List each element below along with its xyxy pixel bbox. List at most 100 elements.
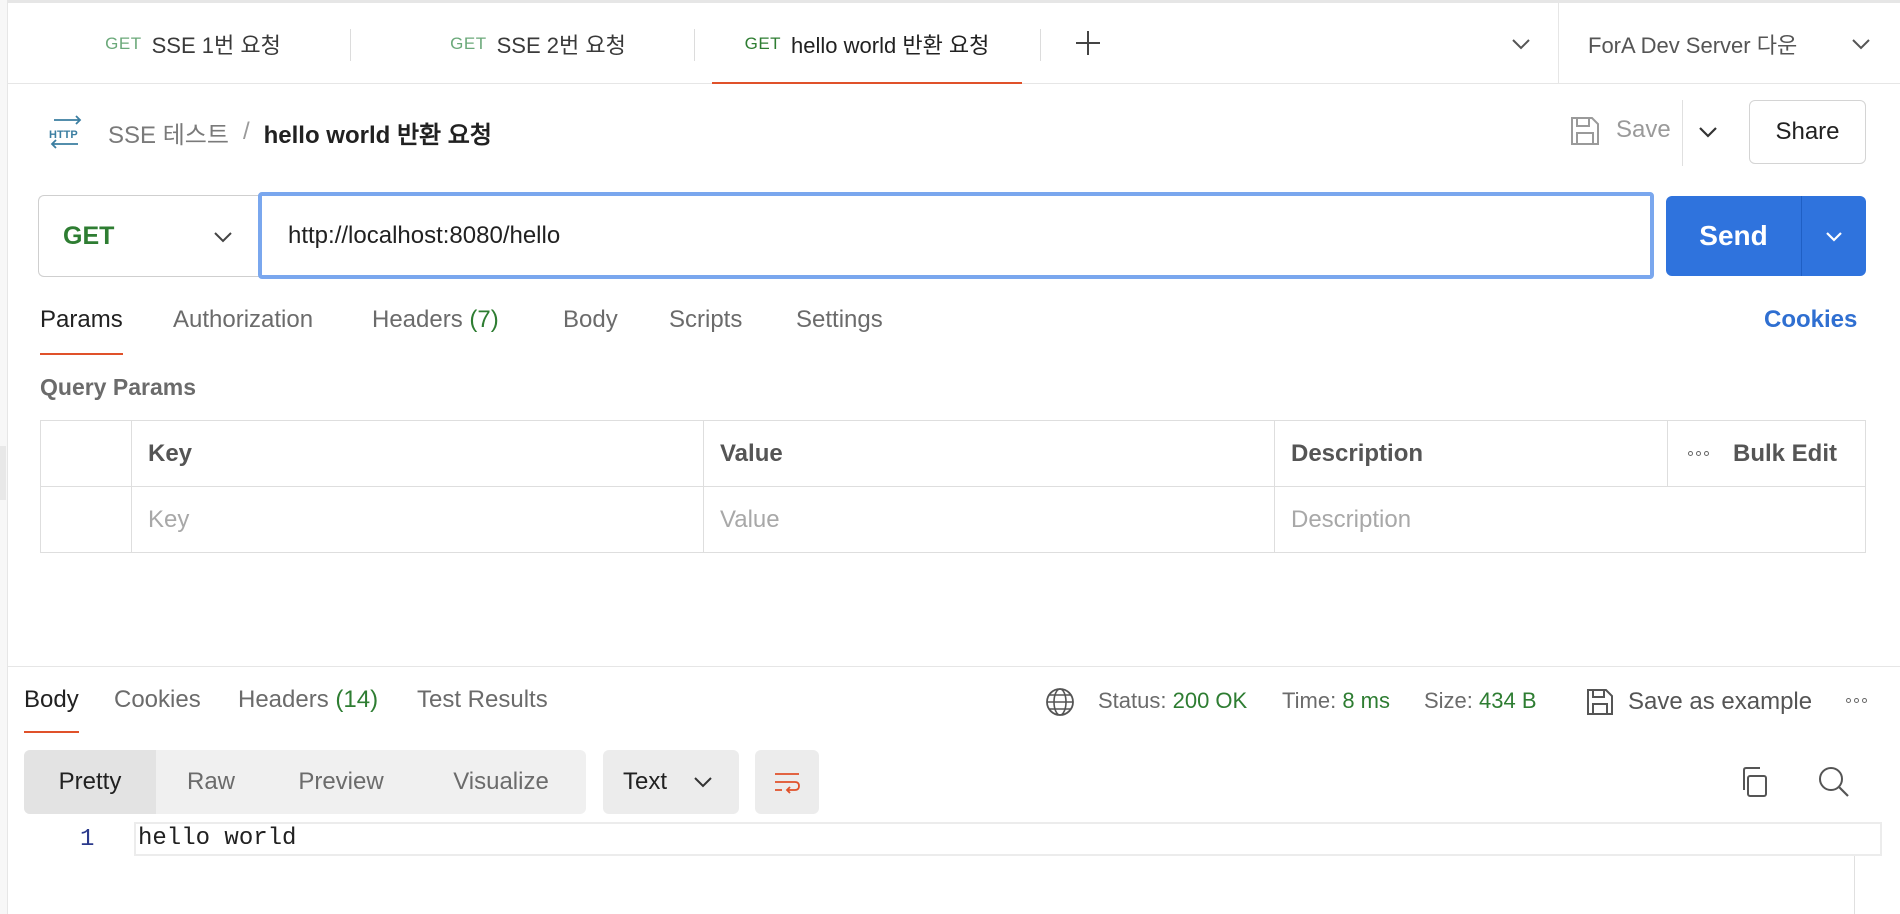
more-icon[interactable] [1846,698,1867,703]
wrap-lines-button[interactable] [755,750,819,814]
tab-separator [1040,29,1041,61]
chevron-down-icon[interactable] [1694,118,1722,146]
share-button[interactable]: Share [1749,100,1866,164]
mode-pretty[interactable]: Pretty [24,750,156,814]
column-header-value: Value [703,421,1274,486]
cookies-link[interactable]: Cookies [1764,306,1857,334]
tab-params[interactable]: Params [40,306,123,356]
tab-headers-label: Headers [372,306,463,333]
tab-headers-count: (7) [469,306,499,333]
format-select[interactable]: Text [603,750,739,814]
response-tab-cookies[interactable]: Cookies [114,686,201,734]
size-label: Size: [1424,688,1473,713]
tab-method: GET [105,33,142,53]
save-icon [1587,689,1613,715]
method-select[interactable]: GET [38,195,260,277]
tab-authorization[interactable]: Authorization [173,306,313,356]
breadcrumb-separator: / [242,118,250,145]
body-view-mode: Pretty Raw Preview Visualize [24,750,586,814]
environment-label: ForA Dev Server 다운 [1588,32,1798,58]
tab-method: GET [450,33,487,53]
response-size[interactable]: Size: 434 B [1424,688,1537,714]
response-tab-test-results[interactable]: Test Results [417,686,548,734]
column-header-key: Key [131,421,703,486]
query-params-title: Query Params [40,374,196,400]
tab-method: GET [744,33,782,53]
response-tab-headers[interactable]: Headers (14) [238,686,378,734]
wrap-icon [775,773,800,794]
tab-sse-2[interactable]: GET SSE 2번 요청 [388,3,688,84]
param-value-input[interactable] [720,506,1219,534]
response-time[interactable]: Time: 8 ms [1282,688,1390,714]
tab-settings[interactable]: Settings [796,306,883,356]
left-gutter [0,0,8,914]
status-value: 200 OK [1172,688,1248,713]
line-number: 1 [80,826,95,853]
url-input[interactable] [258,192,1654,279]
save-icon[interactable] [1568,114,1602,148]
globe-icon[interactable] [1044,686,1076,718]
response-tab-body[interactable]: Body [24,686,79,734]
status-label: Status: [1098,688,1167,713]
mode-visualize[interactable]: Visualize [416,750,586,814]
chevron-down-icon [214,232,232,243]
tab-separator [350,29,351,61]
chevron-down-icon [694,777,712,788]
mode-preview[interactable]: Preview [266,750,416,814]
new-tab-button[interactable] [1070,25,1106,61]
chevron-down-icon [1826,232,1842,242]
method-value: GET [63,221,115,250]
copy-icon[interactable] [1736,764,1772,800]
tab-body[interactable]: Body [563,306,618,356]
description-cell [1274,487,1865,553]
tab-separator [694,29,695,61]
time-label: Time: [1282,688,1337,713]
save-as-example-button[interactable]: Save as example [1628,688,1812,716]
table-header-row: Key Value Description Bulk Edit [41,421,1865,487]
tab-hello-world[interactable]: GET hello world 반환 요청 [712,3,1022,84]
bulk-edit-button[interactable]: Bulk Edit [1688,421,1837,486]
value-cell [703,487,1274,553]
key-cell [131,487,703,553]
environment-selector[interactable]: ForA Dev Server 다운 [1588,3,1797,84]
param-description-input[interactable] [1291,506,1808,534]
tab-scripts[interactable]: Scripts [669,306,742,356]
table-row [41,487,1865,553]
search-icon[interactable] [1816,764,1852,800]
tab-bar: GET SSE 1번 요청 GET SSE 2번 요청 GET hello wo… [8,0,1900,84]
plus-icon [1076,31,1100,55]
request-title[interactable]: hello world 반환 요청 [264,115,492,150]
save-button[interactable]: Save [1616,116,1671,144]
tab-label: SSE 1번 요청 [151,32,281,58]
pane-divider[interactable] [8,666,1900,667]
chevron-down-icon[interactable] [1848,31,1874,57]
http-icon: HTTP [49,115,82,149]
env-separator [1558,3,1559,84]
gutter-mark [0,446,6,500]
breadcrumb-collection[interactable]: SSE 테스트 [108,115,229,150]
bulk-edit-cell: Bulk Edit [1667,421,1865,486]
response-status[interactable]: Status: 200 OK [1098,688,1247,714]
tab-headers[interactable]: Headers (7) [372,306,499,356]
format-value: Text [623,768,668,795]
column-header-description: Description [1274,421,1667,486]
tab-sse-1[interactable]: GET SSE 1번 요청 [48,3,338,84]
tab-label: hello world 반환 요청 [791,32,990,58]
mode-raw[interactable]: Raw [156,750,266,814]
bulk-edit-label: Bulk Edit [1733,439,1838,467]
send-button[interactable]: Send [1666,196,1801,276]
save-separator [1682,100,1683,166]
send-options-button[interactable] [1802,196,1866,276]
param-key-input[interactable] [148,506,648,534]
breadcrumb: SSE 테스트 / hello world 반환 요청 [108,114,492,150]
more-icon [1688,451,1709,456]
query-params-table: Key Value Description Bulk Edit [40,420,1866,553]
code-line[interactable]: hello world [134,822,1882,856]
size-value: 434 B [1479,688,1537,713]
code-scroll-gutter [1854,856,1855,914]
response-headers-label: Headers [238,686,329,713]
response-headers-count: (14) [335,686,379,713]
chevron-down-icon[interactable] [1508,31,1534,57]
time-value: 8 ms [1342,688,1390,713]
tab-label: SSE 2번 요청 [496,32,626,58]
